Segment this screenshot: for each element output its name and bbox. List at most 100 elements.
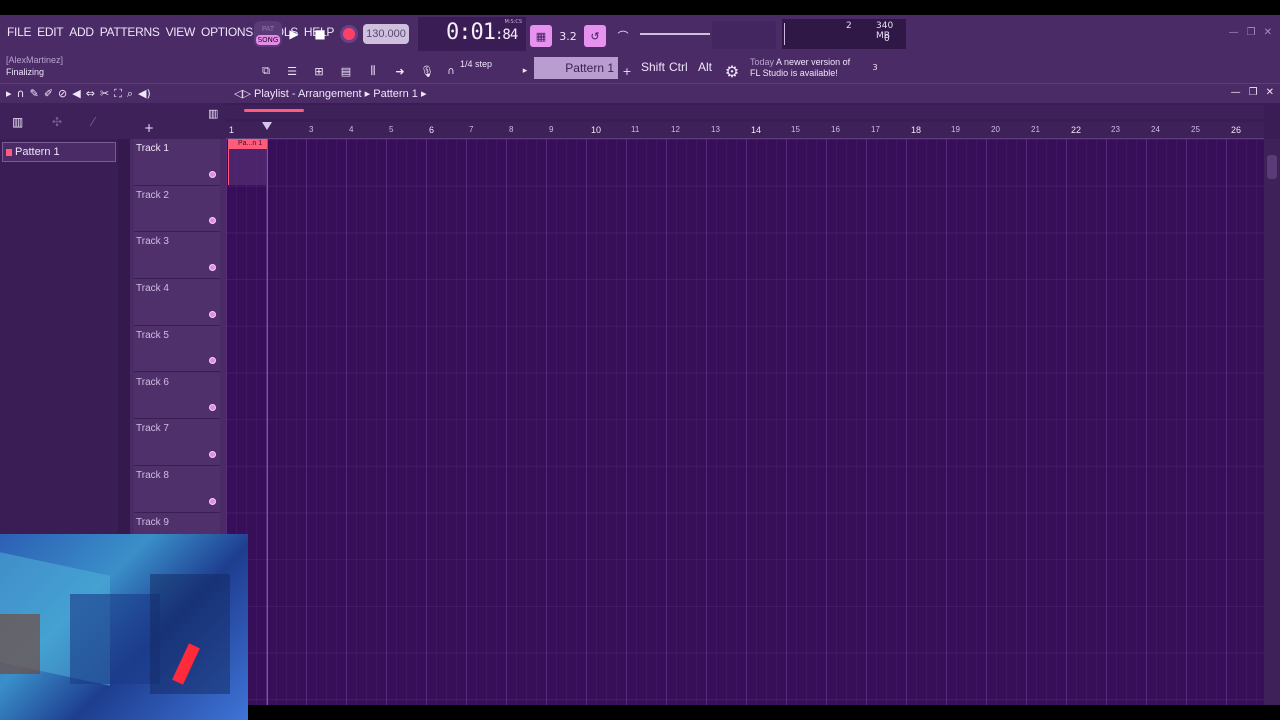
ruler-bar-number: 17: [871, 125, 880, 134]
time-display[interactable]: 0:01:84 M:S:CS: [418, 17, 526, 51]
playhead-marker[interactable]: [262, 122, 272, 130]
menu-add[interactable]: ADD: [66, 25, 96, 39]
magnet-icon[interactable]: ∩: [17, 87, 25, 101]
snap-selector[interactable]: 1/4 step: [460, 59, 492, 69]
playlist-close-icon[interactable]: ✕: [1266, 87, 1274, 98]
playlist-maximize-icon[interactable]: ❐: [1249, 87, 1258, 98]
playlist-horizontal-scrollbar[interactable]: [226, 105, 1264, 119]
zoom-icon[interactable]: ⌕: [127, 87, 133, 101]
track-mute-icon[interactable]: [209, 170, 216, 178]
ruler-bar-number: 18: [911, 125, 922, 135]
menu-patterns[interactable]: PATTERNS: [97, 25, 163, 39]
loop-record-icon[interactable]: ↺: [584, 25, 606, 47]
select-icon[interactable]: ⛶: [114, 87, 122, 101]
pencil-icon[interactable]: ✎: [30, 87, 39, 101]
timeline-ruler[interactable]: 1 3 4 5 6 7 8 9 10 11 12 13 14 15 16 17 18 19 20 21 22 23 24 25…: [226, 122, 1264, 139]
mixer-icon[interactable]: ⫼: [362, 60, 384, 82]
pattern-prev-icon[interactable]: ▸: [514, 60, 536, 82]
track-header[interactable]: Track 1: [134, 139, 220, 186]
master-volume-slider[interactable]: [640, 33, 710, 35]
scroll-thumb[interactable]: [244, 109, 304, 112]
playlist-pattern[interactable]: Pattern 1: [373, 88, 418, 100]
time-unit: M:S:CS: [504, 19, 522, 25]
record-button[interactable]: [339, 24, 359, 44]
ruler-bar-number: 25: [1191, 125, 1200, 134]
options-arrow-icon[interactable]: ▸: [6, 87, 12, 101]
track-mute-icon[interactable]: [209, 497, 216, 505]
track-mute-icon[interactable]: [209, 357, 216, 365]
pattern-clip[interactable]: Pa...n 1: [228, 139, 267, 185]
hint-status: Finalizing: [6, 67, 45, 77]
track-header[interactable]: Track 8: [134, 465, 220, 513]
pat-song-toggle[interactable]: PAT SONG: [254, 21, 282, 47]
track-mute-icon[interactable]: [209, 404, 216, 412]
playlist-minimize-icon[interactable]: —: [1231, 87, 1241, 98]
mute-icon[interactable]: ◀: [72, 87, 80, 101]
piano-icon[interactable]: ▥: [12, 115, 23, 129]
paint-icon[interactable]: ✐: [44, 87, 53, 101]
close-icon[interactable]: ✕: [1264, 27, 1272, 38]
add-pattern-icon[interactable]: +: [616, 60, 638, 82]
track-header[interactable]: Track 7: [134, 419, 220, 466]
clip-picker: ▥ ✣ ⁄ Pattern 1: [0, 103, 130, 549]
song-position-line: [267, 139, 268, 705]
menu-edit[interactable]: EDIT: [34, 25, 66, 39]
pattern-selector[interactable]: Pattern 1: [534, 57, 618, 79]
snap-magnet-icon[interactable]: ∩: [440, 60, 462, 82]
picker-scrollbar[interactable]: [118, 139, 130, 549]
playlist-grid[interactable]: [226, 139, 1264, 705]
audio-icon[interactable]: ✣: [52, 115, 62, 129]
slip-icon[interactable]: ⇔: [86, 87, 95, 101]
ruler-bar-number: 15: [791, 125, 800, 134]
microphone-icon[interactable]: 🎙: [416, 60, 438, 82]
playlist-icon[interactable]: ▤: [335, 60, 357, 82]
add-track-icon[interactable]: +: [144, 121, 154, 135]
ctrl-key-button[interactable]: Ctrl: [669, 60, 688, 74]
shift-key-button[interactable]: Shift: [641, 60, 665, 74]
app-window-controls: — ❐ ✕: [1229, 27, 1272, 38]
track-header[interactable]: Track 6: [134, 372, 220, 420]
track-header[interactable]: Track 2: [134, 185, 220, 233]
track-mute-icon[interactable]: [209, 264, 216, 272]
track-header[interactable]: Track 5: [134, 325, 220, 373]
track-mute-icon[interactable]: [209, 217, 216, 225]
song-label: SONG: [256, 35, 280, 45]
metronome-icon[interactable]: ▦: [530, 25, 552, 47]
vscroll-thumb[interactable]: [1267, 155, 1277, 179]
track-header[interactable]: Track 3: [134, 232, 220, 280]
channel-rack-icon[interactable]: ⧉: [255, 60, 277, 82]
playlist-vertical-scrollbar[interactable]: [1264, 139, 1280, 705]
play-button[interactable]: ▶: [284, 24, 304, 44]
menu-view[interactable]: VIEW: [163, 25, 198, 39]
playlist-window-controls: — ❐ ✕: [1231, 87, 1274, 98]
ruler-bar-number: 23: [1111, 125, 1120, 134]
browser-icon[interactable]: ☰: [281, 60, 303, 82]
menu-options[interactable]: OPTIONS: [198, 25, 256, 39]
news-panel[interactable]: Today A newer version of FL Studio is av…: [750, 57, 850, 79]
ruler-bar-number: 10: [591, 125, 602, 135]
delete-icon[interactable]: ⊘: [58, 87, 67, 101]
piano-mode-icon[interactable]: ▥: [208, 107, 218, 120]
news-gear-icon[interactable]: ⚙: [721, 60, 743, 82]
automation-icon[interactable]: ⁄: [92, 115, 94, 129]
track-mute-icon[interactable]: [209, 450, 216, 458]
pitch-icon[interactable]: ⌒: [612, 25, 634, 47]
track-header[interactable]: Track 4: [134, 279, 220, 326]
ruler-bar-number: 19: [951, 125, 960, 134]
picker-toolbar: ▥ ✣ ⁄: [0, 103, 130, 139]
arrow-icon[interactable]: ➜: [389, 60, 411, 82]
step-edit-icon[interactable]: 3.2: [557, 25, 579, 47]
maximize-icon[interactable]: ❐: [1247, 27, 1256, 38]
tempo-display[interactable]: 130.000: [363, 24, 409, 44]
menu-file[interactable]: FILE: [4, 25, 34, 39]
picker-pattern-item[interactable]: Pattern 1: [2, 142, 116, 162]
playback-icon[interactable]: ◀): [138, 87, 151, 101]
ruler-bar-number: 22: [1071, 125, 1082, 135]
slice-icon[interactable]: ✂: [100, 87, 109, 101]
stop-button[interactable]: ■: [310, 24, 330, 44]
minimize-icon[interactable]: —: [1229, 27, 1239, 38]
alt-key-button[interactable]: Alt: [698, 60, 712, 74]
track-mute-icon[interactable]: [209, 310, 216, 318]
piano-roll-icon[interactable]: ⊞: [308, 60, 330, 82]
news-count[interactable]: 3: [864, 56, 886, 78]
